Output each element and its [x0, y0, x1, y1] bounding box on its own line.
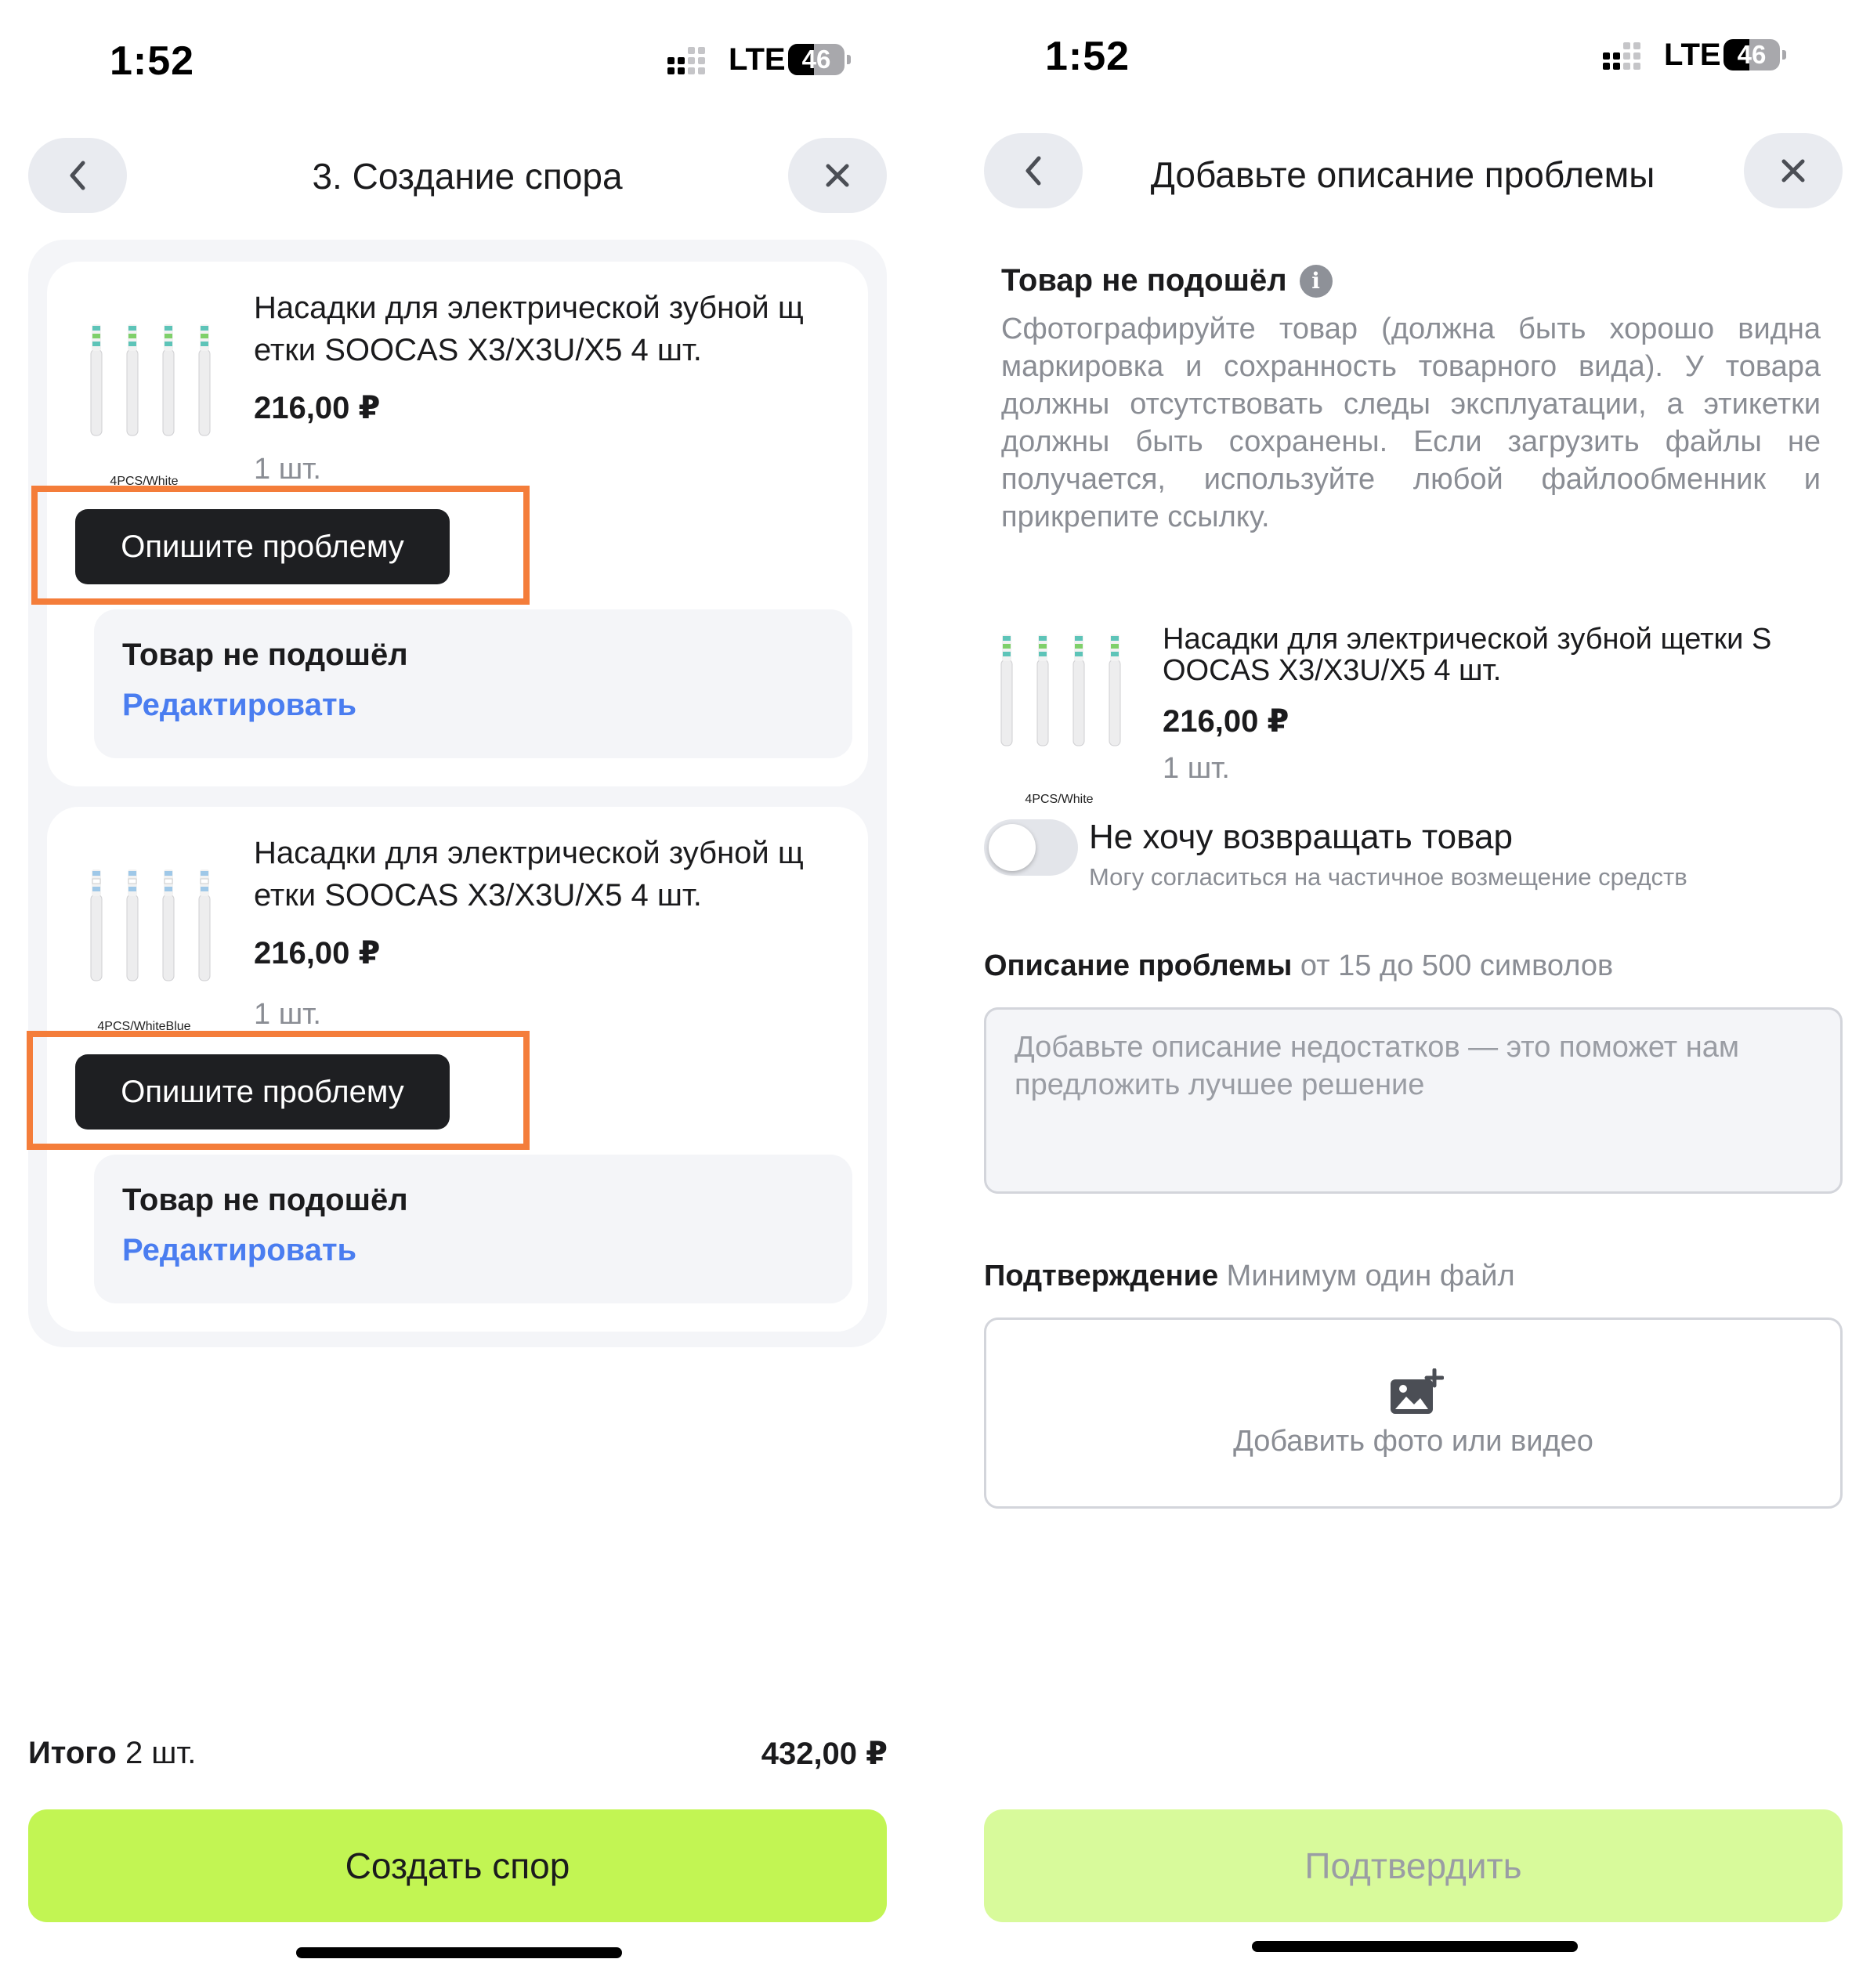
no-return-title: Не хочу возвращать товар: [1089, 818, 1513, 856]
reason-title: Товар не подошёл: [122, 638, 408, 672]
highlight-frame: [27, 1031, 530, 1150]
problem-description-screen: 1:52 LTE 46 Добавьте описание проблемы Т…: [935, 0, 1870, 1988]
chevron-left-icon: [1025, 156, 1041, 186]
network-type: LTE: [729, 42, 786, 77]
product-quantity: 1 шт.: [254, 998, 321, 1031]
upload-label: Добавить фото или видео: [1233, 1425, 1593, 1458]
home-indicator: [296, 1947, 622, 1958]
signal-icon: [667, 47, 706, 75]
upload-media-button[interactable]: Добавить фото или видео: [984, 1318, 1843, 1509]
reason-heading: Товар не подошёл i: [1001, 263, 1333, 298]
page-title: 3. Создание спора: [312, 156, 623, 197]
close-button[interactable]: [788, 138, 887, 213]
reason-title: Товар не подошёл: [1001, 263, 1287, 298]
product-name-line2: OOCAS X3/X3U/X5 4 шт.: [1163, 654, 1502, 687]
dispute-items-panel: 4PCS/White Насадки для электрической зуб…: [28, 240, 887, 1347]
no-return-subtitle: Могу согласиться на частичное возмещение…: [1089, 863, 1687, 891]
product-name-line1: Насадки для электрической зубной щ: [254, 291, 804, 325]
reason-box: Товар не подошёл Редактировать: [94, 1155, 852, 1303]
description-label: Описание проблемы от 15 до 500 символов: [984, 949, 1613, 983]
product-name-line2: етки SOOCAS X3/X3U/X5 4 шт.: [254, 333, 702, 367]
proof-label-text: Подтверждение: [984, 1260, 1219, 1292]
status-bar: 1:52 LTE 46: [935, 0, 1870, 117]
toggle-knob: [989, 824, 1036, 871]
product-thumbnail: 4PCS/White: [74, 309, 215, 489]
product-thumbnail: 4PCS/White: [989, 627, 1130, 807]
product-name-line1: Насадки для электрической зубной щетки S: [1163, 623, 1772, 656]
no-return-toggle[interactable]: [984, 819, 1078, 876]
dispute-creation-screen: 1:52 LTE 46 3. Создание спора 4PCS/White…: [0, 0, 935, 1988]
close-icon: [826, 164, 849, 187]
battery-icon: 46: [1724, 39, 1780, 70]
product-price: 216,00 ₽: [254, 391, 381, 425]
proof-hint: Минимум один файл: [1226, 1260, 1515, 1292]
product-name: Насадки для электрической зубной щетки S…: [1163, 624, 1852, 686]
thumbnail-caption: 4PCS/White: [1025, 793, 1094, 806]
highlight-frame: [31, 486, 530, 605]
add-photo-icon: [1391, 1368, 1444, 1414]
info-icon[interactable]: i: [1299, 264, 1333, 298]
signal-icon: [1603, 42, 1641, 70]
reason-title: Товар не подошёл: [122, 1183, 408, 1217]
total-label-text: Итого: [28, 1736, 117, 1770]
product-name-line2: етки SOOCAS X3/X3U/X5 4 шт.: [254, 878, 702, 913]
product-name-line1: Насадки для электрической зубной щ: [254, 836, 804, 870]
close-button[interactable]: [1744, 133, 1843, 208]
product-quantity: 1 шт.: [254, 453, 321, 486]
home-indicator: [1252, 1941, 1578, 1952]
proof-label: Подтверждение Минимум один файл: [984, 1260, 1515, 1293]
description-label-text: Описание проблемы: [984, 949, 1293, 982]
back-button[interactable]: [984, 133, 1083, 208]
toothbrush-heads-image: [90, 324, 211, 436]
reason-box: Товар не подошёл Редактировать: [94, 609, 852, 758]
battery-tip: [1782, 50, 1786, 60]
description-hint: от 15 до 500 символов: [1300, 949, 1614, 982]
status-time: 1:52: [110, 38, 195, 84]
chevron-left-icon: [70, 161, 85, 190]
product-price: 216,00 ₽: [254, 936, 381, 971]
toothbrush-heads-image: [90, 869, 211, 981]
total-label: Итого 2 шт.: [28, 1736, 196, 1771]
close-icon: [1781, 159, 1805, 183]
battery-tip: [847, 55, 851, 64]
total-count: 2 шт.: [125, 1736, 197, 1770]
network-type: LTE: [1664, 38, 1721, 72]
back-button[interactable]: [28, 138, 127, 213]
product-name: Насадки для электрической зубной щ етки …: [254, 832, 804, 916]
product-thumbnail: 4PCS/WhiteBlue: [74, 854, 215, 1034]
product-quantity: 1 шт.: [1163, 752, 1230, 785]
problem-description-input[interactable]: Добавьте описание недостатков — это помо…: [984, 1007, 1843, 1194]
battery-icon: 46: [788, 44, 845, 75]
create-dispute-button[interactable]: Создать спор: [28, 1809, 887, 1922]
product-name: Насадки для электрической зубной щ етки …: [254, 287, 804, 371]
status-bar: 1:52 LTE 46: [0, 0, 935, 117]
status-time: 1:52: [1045, 34, 1130, 79]
edit-reason-link[interactable]: Редактировать: [122, 1233, 356, 1268]
edit-reason-link[interactable]: Редактировать: [122, 688, 356, 723]
product-price: 216,00 ₽: [1163, 704, 1289, 739]
page-title: Добавьте описание проблемы: [1150, 154, 1655, 195]
reason-description: Сфотографируйте товар (должна быть хорош…: [1001, 313, 1821, 533]
total-value: 432,00 ₽: [761, 1737, 888, 1771]
toothbrush-heads-image: [1000, 634, 1121, 746]
confirm-button[interactable]: Подтвердить: [984, 1809, 1843, 1922]
